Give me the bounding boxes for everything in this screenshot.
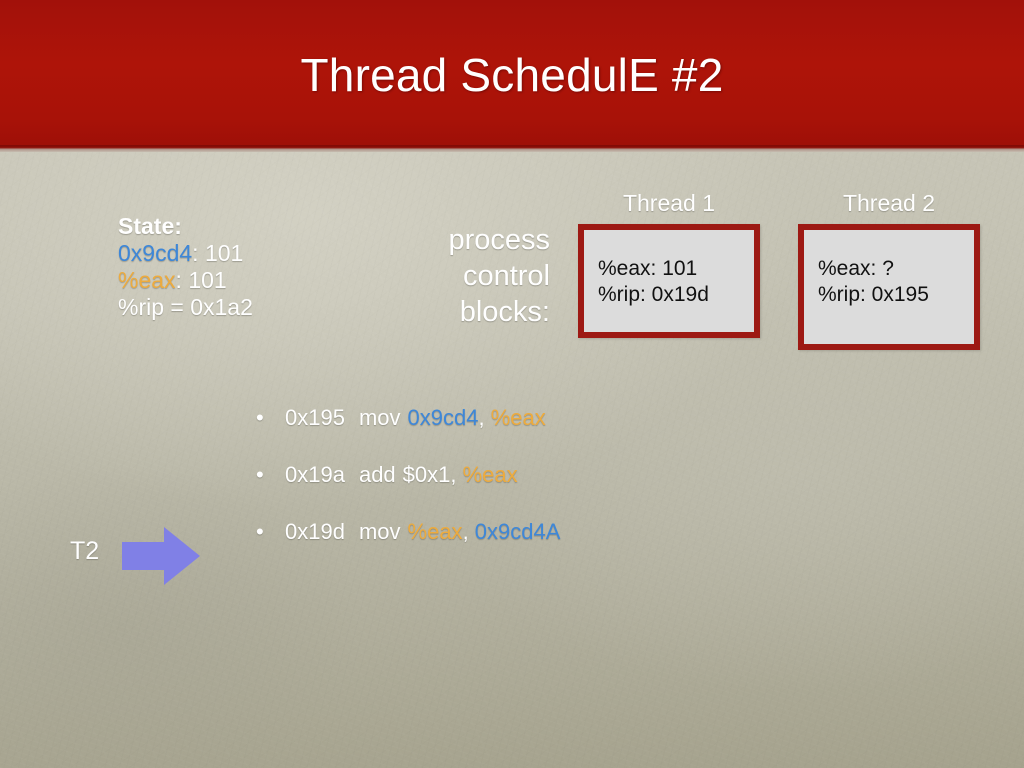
state-eax-value: : 101 <box>175 267 227 293</box>
thread-2-pcb-box: %eax: ? %rip: 0x195 <box>798 224 980 350</box>
thread-1-registers: %eax: 101 %rip: 0x19d <box>584 230 754 308</box>
instruction-row-1: • 0x195 mov 0x9cd4, %eax <box>250 404 770 461</box>
bullet-icon: • <box>256 519 264 544</box>
thread-1-eax: %eax: 101 <box>598 257 698 280</box>
instruction-text-1: 0x195 mov 0x9cd4, %eax <box>285 404 546 432</box>
instruction-opcode-3: mov <box>358 519 401 544</box>
thread-2-pointer-marker: T2 <box>70 525 210 587</box>
instruction-separator-3: , <box>462 519 475 544</box>
state-heading: State: <box>118 213 182 239</box>
process-control-blocks-label: process control blocks: <box>365 222 550 330</box>
state-memory-address: 0x9cd4 <box>118 240 193 266</box>
bullet-icon: • <box>256 405 264 430</box>
instruction-address-2: 0x19a <box>285 462 345 487</box>
bullet-icon: • <box>256 462 264 487</box>
t2-label: T2 <box>70 537 100 565</box>
instruction-operand-1a: 0x9cd4 <box>407 405 479 430</box>
thread-2-registers: %eax: ? %rip: 0x195 <box>804 230 974 308</box>
instruction-operand-2a: $0x1 <box>402 462 451 487</box>
state-rip-register: %rip = 0x1a2 <box>118 294 253 320</box>
right-arrow-icon <box>122 527 200 585</box>
thread-2-eax: %eax: ? <box>818 257 894 280</box>
instruction-separator-1: , <box>478 405 491 430</box>
slide-canvas: Thread SchedulE #2 State: 0x9cd4: 101 %e… <box>0 0 1024 768</box>
instruction-list: • 0x195 mov 0x9cd4, %eax • 0x19a add $0x1, %… <box>250 404 770 575</box>
instruction-operand-2b: %eax <box>462 462 518 487</box>
state-line-eax: %eax: 101 <box>118 267 388 294</box>
thread-1-caption: Thread 1 <box>622 190 716 216</box>
pcb-label-line-3: blocks: <box>459 296 550 328</box>
state-line-rip: %rip = 0x1a2 <box>118 294 388 321</box>
instruction-address-3: 0x19d <box>285 519 345 544</box>
state-eax-register: %eax <box>118 267 176 293</box>
instruction-operand-1b: %eax <box>490 405 546 430</box>
instruction-text-3: 0x19d mov %eax, 0x9cd4A <box>285 518 560 546</box>
instruction-row-2: • 0x19a add $0x1, %eax <box>250 461 770 518</box>
instruction-text-2: 0x19a add $0x1, %eax <box>285 461 518 489</box>
instruction-operand-3b: 0x9cd4A <box>474 519 561 544</box>
pcb-label-line-2: control <box>462 260 550 292</box>
instruction-opcode-2: add <box>358 462 396 487</box>
state-block: State: 0x9cd4: 101 %eax: 101 %rip = 0x1a… <box>118 213 388 321</box>
title-banner: Thread SchedulE #2 <box>0 0 1024 152</box>
page-title: Thread SchedulE #2 <box>300 49 724 101</box>
thread-1-pcb-box: %eax: 101 %rip: 0x19d <box>578 224 760 338</box>
instruction-row-3: • 0x19d mov %eax, 0x9cd4A <box>250 518 770 575</box>
instruction-opcode-1: mov <box>358 405 401 430</box>
instruction-operand-3a: %eax <box>407 519 463 544</box>
instruction-address-1: 0x195 <box>285 405 345 430</box>
state-memory-value: : 101 <box>192 240 244 266</box>
state-line-memory: 0x9cd4: 101 <box>118 240 388 267</box>
thread-2-rip: %rip: 0x195 <box>818 283 929 306</box>
thread-2-caption: Thread 2 <box>842 190 936 216</box>
instruction-separator-2: , <box>450 462 463 487</box>
pcb-label-line-1: process <box>448 224 550 256</box>
thread-1-rip: %rip: 0x19d <box>598 283 709 306</box>
